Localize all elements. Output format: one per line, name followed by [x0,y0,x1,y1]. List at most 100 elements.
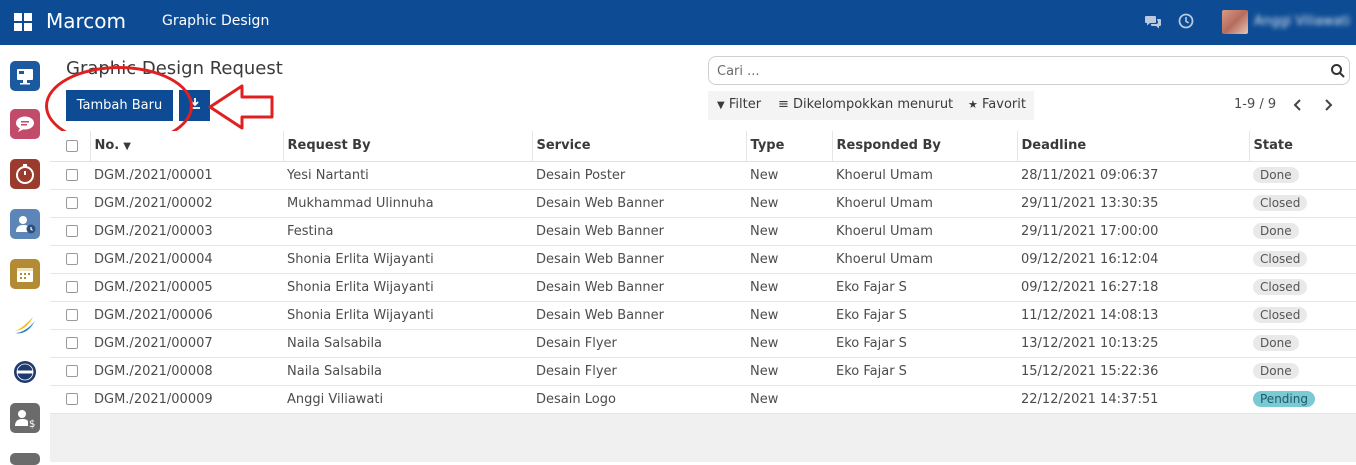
row-select-cell[interactable] [50,329,90,358]
badge-logo-app-icon[interactable] [10,357,40,387]
row-select-cell[interactable] [50,357,90,386]
cell-service[interactable]: Desain Poster [532,161,746,190]
chat-app-icon[interactable] [10,109,40,139]
column-header-state[interactable]: State [1249,131,1356,162]
cell-state[interactable]: Closed [1249,273,1356,302]
cell-type[interactable]: New [746,273,832,302]
cell-deadline[interactable]: 29/11/2021 13:30:35 [1017,189,1249,218]
menu-graphic-design[interactable]: Graphic Design [162,13,269,29]
select-all-cell[interactable] [50,131,91,162]
cell-type[interactable]: New [746,217,832,246]
user-dollar-app-icon[interactable]: $ [10,403,40,433]
row-checkbox[interactable] [66,365,78,377]
row-checkbox[interactable] [66,225,78,237]
cell-service[interactable]: Desain Logo [532,385,746,414]
user-name[interactable]: Anggi Viliawati [1254,14,1350,29]
cell-service[interactable]: Desain Web Banner [532,217,746,246]
cell-no[interactable]: DGM./2021/00001 [90,161,283,190]
cell-deadline[interactable]: 09/12/2021 16:27:18 [1017,273,1249,302]
cell-request-by[interactable]: Shonia Erlita Wijayanti [283,301,532,330]
column-header-type[interactable]: Type [746,131,833,162]
chevron-right-icon[interactable] [1320,96,1336,114]
swoosh-logo-app-icon[interactable] [10,311,40,341]
cell-responded-by[interactable]: Khoerul Umam [832,245,1017,274]
cell-request-by[interactable]: Mukhammad Ulinnuha [283,189,532,218]
row-select-cell[interactable] [50,189,90,218]
cell-responded-by[interactable]: Eko Fajar S [832,357,1017,386]
more-app-icon[interactable] [10,453,40,465]
cell-deadline[interactable]: 28/11/2021 09:06:37 [1017,161,1249,190]
cell-request-by[interactable]: Festina [283,217,532,246]
column-header-responded-by[interactable]: Responded By [832,131,1018,162]
cell-no[interactable]: DGM./2021/00008 [90,357,283,386]
row-select-cell[interactable] [50,161,90,190]
cell-state[interactable]: Closed [1249,189,1356,218]
cell-deadline[interactable]: 22/12/2021 14:37:51 [1017,385,1249,414]
column-header-deadline[interactable]: Deadline [1017,131,1250,162]
cell-state[interactable]: Closed [1249,245,1356,274]
row-checkbox[interactable] [66,309,78,321]
cell-deadline[interactable]: 11/12/2021 14:08:13 [1017,301,1249,330]
cell-type[interactable]: New [746,329,832,358]
search-box[interactable] [708,56,1350,85]
search-input[interactable] [717,61,1307,81]
chat-icon[interactable] [1144,13,1162,31]
cell-type[interactable]: New [746,385,832,414]
column-header-request-by[interactable]: Request By [283,131,533,162]
cell-type[interactable]: New [746,245,832,274]
cell-service[interactable]: Desain Web Banner [532,189,746,218]
row-checkbox[interactable] [66,169,78,181]
column-header-no[interactable]: No. ▼ [90,131,284,162]
table-row[interactable]: DGM./2021/00003 Festina Desain Web Banner N… [50,217,1356,246]
row-checkbox[interactable] [66,393,78,405]
cell-type[interactable]: New [746,161,832,190]
table-row[interactable]: DGM./2021/00001 Yesi Nartanti Desain Poste… [50,161,1356,190]
cell-deadline[interactable]: 09/12/2021 16:12:04 [1017,245,1249,274]
cell-state[interactable]: Done [1249,357,1356,386]
table-row[interactable]: DGM./2021/00007 Naila Salsabila Desain Fly… [50,329,1356,358]
cell-request-by[interactable]: Naila Salsabila [283,329,532,358]
cell-responded-by[interactable]: Khoerul Umam [832,161,1017,190]
group-by-button[interactable]: ≡ Dikelompokkan menurut [778,97,953,112]
filter-button[interactable]: ▼ Filter [717,97,761,112]
column-header-service[interactable]: Service [532,131,747,162]
cell-request-by[interactable]: Anggi Viliawati [283,385,532,414]
row-select-cell[interactable] [50,245,90,274]
cell-state[interactable]: Done [1249,161,1356,190]
cell-service[interactable]: Desain Web Banner [532,273,746,302]
cell-state[interactable]: Done [1249,329,1356,358]
cell-no[interactable]: DGM./2021/00003 [90,217,283,246]
cell-service[interactable]: Desain Flyer [532,329,746,358]
row-checkbox[interactable] [66,337,78,349]
cell-type[interactable]: New [746,357,832,386]
cell-service[interactable]: Desain Web Banner [532,245,746,274]
table-row[interactable]: DGM./2021/00004 Shonia Erlita Wijayanti De… [50,245,1356,274]
timer-app-icon[interactable] [10,159,40,189]
cell-no[interactable]: DGM./2021/00002 [90,189,283,218]
apps-grid-icon[interactable] [14,13,32,31]
cell-request-by[interactable]: Yesi Nartanti [283,161,532,190]
row-checkbox[interactable] [66,281,78,293]
cell-no[interactable]: DGM./2021/00006 [90,301,283,330]
cell-request-by[interactable]: Shonia Erlita Wijayanti [283,245,532,274]
row-select-cell[interactable] [50,273,90,302]
avatar[interactable] [1222,10,1248,34]
cell-no[interactable]: DGM./2021/00007 [90,329,283,358]
table-row[interactable]: DGM./2021/00005 Shonia Erlita Wijayanti De… [50,273,1356,302]
row-select-cell[interactable] [50,385,90,414]
cell-no[interactable]: DGM./2021/00009 [90,385,283,414]
table-row[interactable]: DGM./2021/00008 Naila Salsabila Desain Fly… [50,357,1356,386]
select-all-checkbox[interactable] [66,139,78,152]
table-row[interactable]: DGM./2021/00009 Anggi Viliawati Desain Log… [50,385,1356,414]
row-select-cell[interactable] [50,301,90,330]
cell-deadline[interactable]: 29/11/2021 17:00:00 [1017,217,1249,246]
search-icon[interactable] [1330,63,1346,79]
cell-request-by[interactable]: Shonia Erlita Wijayanti [283,273,532,302]
cell-deadline[interactable]: 15/12/2021 15:22:36 [1017,357,1249,386]
cell-responded-by[interactable]: Eko Fajar S [832,301,1017,330]
cell-state[interactable]: Pending [1249,385,1356,414]
table-row[interactable]: DGM./2021/00002 Mukhammad Ulinnuha Desain … [50,189,1356,218]
cell-no[interactable]: DGM./2021/00005 [90,273,283,302]
table-row[interactable]: DGM./2021/00006 Shonia Erlita Wijayanti De… [50,301,1356,330]
desktop-app-icon[interactable] [10,61,40,91]
